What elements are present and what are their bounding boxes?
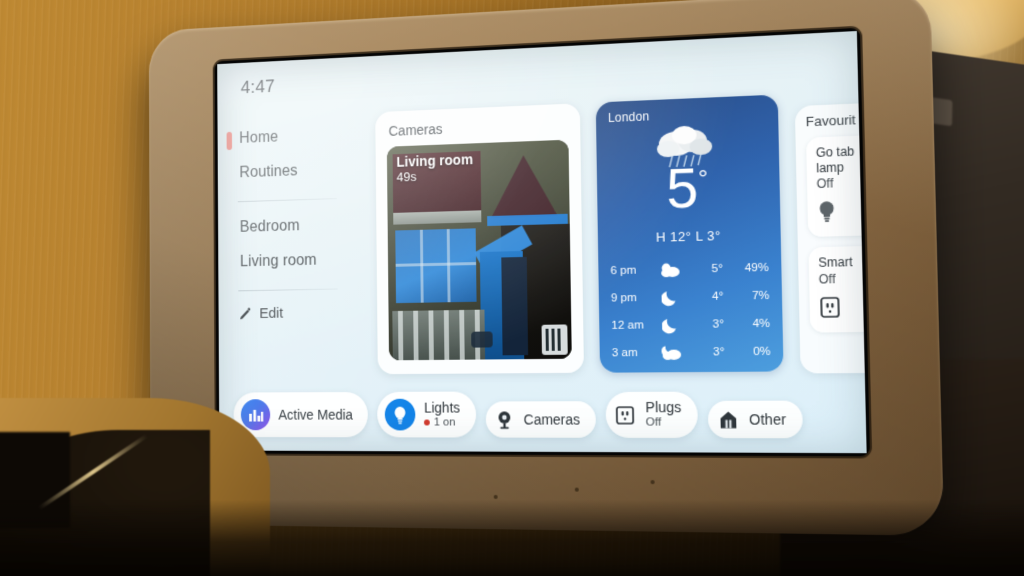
equalizer-icon <box>241 399 270 430</box>
foreground-shadow <box>0 500 1024 576</box>
chip-label: Plugs <box>645 399 681 416</box>
chip-label: Active Media <box>278 407 353 423</box>
camera-icon <box>493 408 515 430</box>
weather-hour-row: 12 am 3° 4% <box>611 309 770 339</box>
chip-active-media[interactable]: Active Media <box>234 392 369 437</box>
hour-time: 3 am <box>612 346 655 359</box>
hour-time: 9 pm <box>611 291 654 304</box>
chip-lights[interactable]: Lights 1 on <box>377 392 476 438</box>
sidebar-item-label: Living room <box>240 252 317 270</box>
weather-hour-row: 3 am 3° 0% <box>612 337 771 366</box>
camera-age: 49s <box>397 167 474 186</box>
bulb-icon <box>817 198 867 228</box>
chip-cameras[interactable]: Cameras <box>485 401 596 438</box>
microphone-dot <box>575 488 579 492</box>
favourite-name: Smart <box>818 254 866 271</box>
weather-card[interactable]: London 5° H 12° L 3° 6 pm 5° 49% 9 pm 4°… <box>596 95 784 373</box>
moon-icon <box>653 287 688 306</box>
sidebar-item-label: Home <box>239 129 278 147</box>
weather-temperature: 5° <box>597 156 781 219</box>
sidebar-item-living-room[interactable]: Living room <box>238 242 349 279</box>
favourite-tile-lamp[interactable]: Go tab lamp Off <box>806 134 867 237</box>
sidebar-item-bedroom[interactable]: Bedroom <box>238 207 349 245</box>
hour-precip: 4% <box>724 317 770 330</box>
microphone-dot <box>494 495 498 499</box>
chip-label: Cameras <box>524 411 581 427</box>
hour-temp: 5° <box>688 262 723 275</box>
weather-hour-row: 6 pm 5° 49% <box>610 253 769 284</box>
sidebar-item-label: Bedroom <box>240 218 300 236</box>
outlet-icon <box>819 295 867 324</box>
hour-time: 12 am <box>611 319 654 332</box>
status-dot <box>424 420 430 426</box>
camera-name: Living room <box>396 151 473 170</box>
weather-hour-row: 9 pm 4° 7% <box>611 281 770 311</box>
sidebar-item-routines[interactable]: Routines <box>238 152 348 191</box>
sidebar-item-label: Routines <box>239 163 297 181</box>
edit-label: Edit <box>259 305 283 322</box>
display-screen: 4:47 Home Routines Bedroom Living room E… <box>217 31 866 453</box>
pencil-icon <box>238 306 252 321</box>
camera-feed-thumbnail[interactable]: Living room 49s <box>387 140 572 361</box>
favourite-tile-smart-plug[interactable]: Smart Off <box>808 245 866 332</box>
status-clock: 4:47 <box>241 76 275 99</box>
weather-high-low: H 12° L 3° <box>598 226 781 246</box>
hour-temp: 3° <box>689 346 724 359</box>
camera-overlay: Living room 49s <box>396 151 473 185</box>
hour-time: 6 pm <box>610 264 653 277</box>
sidebar-item-home[interactable]: Home <box>237 117 347 156</box>
cameras-card-title: Cameras <box>388 116 568 139</box>
moon-icon <box>654 315 689 334</box>
bulb-icon <box>385 399 416 431</box>
favourites-card-title: Favourit <box>806 110 867 130</box>
edit-button[interactable]: Edit <box>238 298 349 322</box>
home-app-ui: 4:47 Home Routines Bedroom Living room E… <box>217 31 866 453</box>
chip-other[interactable]: Other <box>708 401 803 439</box>
hour-temp: 3° <box>689 318 724 331</box>
outlet-icon <box>614 404 637 427</box>
chip-label: Lights <box>424 399 460 416</box>
weather-hourly-list: 6 pm 5° 49% 9 pm 4° 7% 12 am 3° 4% 3 am … <box>598 253 783 366</box>
hour-precip: 0% <box>724 345 770 358</box>
chip-sublabel: Off <box>646 417 682 431</box>
sidebar: Home Routines Bedroom Living room Edit <box>237 117 349 322</box>
chip-label: Other <box>749 411 786 428</box>
cameras-card[interactable]: Cameras Living room 49s <box>375 103 584 374</box>
chip-plugs[interactable]: Plugs Off <box>606 392 699 438</box>
hour-precip: 7% <box>723 289 769 302</box>
smart-display-device: 4:47 Home Routines Bedroom Living room E… <box>149 0 944 536</box>
hour-precip: 49% <box>723 261 769 274</box>
favourites-card[interactable]: Favourit Go tab lamp Off Smart Off <box>795 101 867 373</box>
partly-cloudy-night-icon <box>654 344 689 361</box>
favourite-state: Off <box>819 270 867 286</box>
photo-scene: 4:47 Home Routines Bedroom Living room E… <box>0 0 1024 576</box>
favourite-state: Off <box>816 174 866 191</box>
active-indicator <box>227 132 233 150</box>
screen-frame: 4:47 Home Routines Bedroom Living room E… <box>214 28 869 457</box>
favourite-name: Go tab lamp <box>816 143 867 176</box>
quick-controls-bar: Active Media Lights 1 on Cameras Plugs O… <box>234 390 867 439</box>
chip-sublabel: 1 on <box>424 416 460 430</box>
sidebar-divider <box>238 198 337 202</box>
hour-temp: 4° <box>688 290 723 303</box>
sidebar-divider <box>238 288 337 291</box>
weather-city: London <box>608 109 650 125</box>
microphone-dot <box>651 480 655 484</box>
device-icon <box>717 408 740 431</box>
partly-cloudy-icon <box>653 261 688 278</box>
